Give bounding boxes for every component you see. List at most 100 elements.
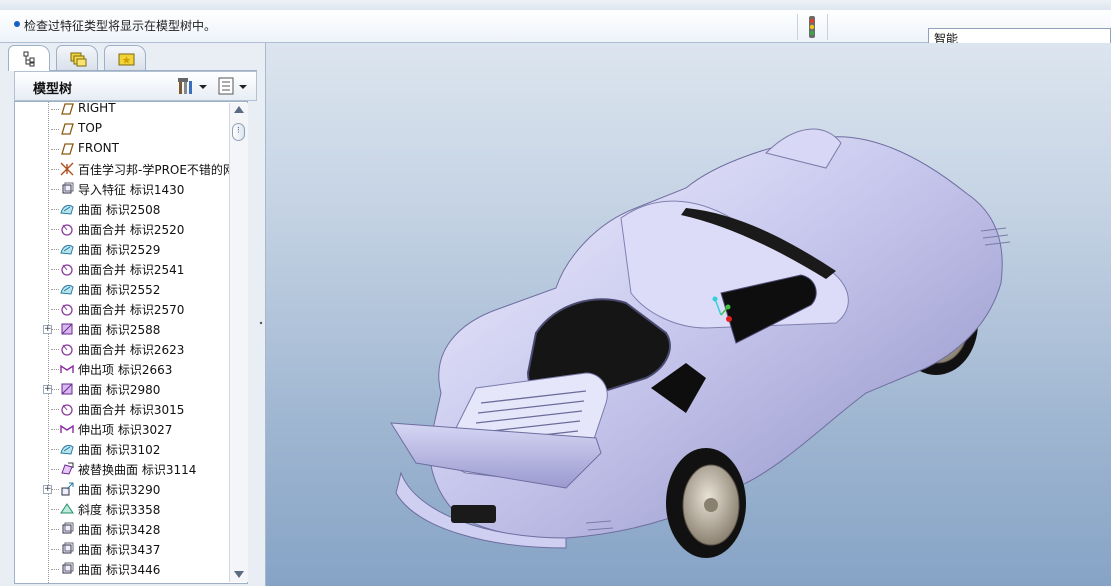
- tree-connector: [51, 409, 59, 411]
- tree-item[interactable]: 伸出项 标识2663: [15, 359, 247, 379]
- tree-item[interactable]: TOP: [15, 119, 247, 139]
- fill-surface-icon: [61, 383, 73, 395]
- tree-item-label: 导入特征 标识1430: [78, 183, 185, 197]
- extrude-icon: [60, 424, 74, 433]
- tree-item-label: 曲面 标识3437: [78, 543, 161, 557]
- tree-connector: [51, 469, 59, 471]
- tree-connector: [51, 529, 59, 531]
- tree-item-label: FRONT: [78, 141, 119, 155]
- tree-item-label: 百佳学习邦-学PROE不错的网: [78, 163, 235, 177]
- panel-splitter-handle[interactable]: [257, 313, 265, 333]
- tab-model-tree[interactable]: [8, 45, 50, 71]
- tree-item[interactable]: + 曲面 标识3290: [15, 479, 247, 499]
- tree-item[interactable]: 百佳学习邦-学PROE不错的网: [15, 159, 247, 179]
- tree-connector: [51, 349, 59, 351]
- tree-connector: [51, 149, 59, 151]
- tree-item[interactable]: FRONT: [15, 139, 247, 159]
- tree-item-label: 曲面合并 标识2520: [78, 223, 185, 237]
- scroll-thumb[interactable]: ⁝: [232, 123, 245, 141]
- tree-item[interactable]: 曲面合并 标识2570: [15, 299, 247, 319]
- tree-item[interactable]: 斜度 标识3358: [15, 499, 247, 519]
- tree-item[interactable]: 曲面合并 标识3015: [15, 399, 247, 419]
- show-options-icon[interactable]: [218, 77, 247, 95]
- tree-item-label: 曲面合并 标识3015: [78, 403, 185, 417]
- tree-item[interactable]: 曲面合并 标识2623: [15, 339, 247, 359]
- tree-item-label: 伸出项 标识3027: [78, 423, 173, 437]
- tree-item[interactable]: 伸出项 标识3027: [15, 419, 247, 439]
- tree-item-label: TOP: [78, 121, 103, 135]
- scroll-up-arrow-icon[interactable]: [234, 106, 244, 113]
- traffic-light-icon[interactable]: [806, 16, 818, 38]
- tree-item[interactable]: 曲面 标识3446: [15, 559, 247, 579]
- info-bullet-icon: [14, 21, 20, 27]
- tree-scrollbar[interactable]: ⁝: [229, 103, 248, 582]
- tree-item-label: 曲面 标识3446: [78, 563, 161, 577]
- exhaust-pipe: [451, 505, 496, 523]
- tree-connector: [51, 509, 59, 511]
- tree-item-label: 曲面 标识2980: [78, 383, 161, 397]
- tree-connector: [51, 269, 59, 271]
- divider: [827, 14, 828, 40]
- tree-item[interactable]: 被替换曲面 标识3114: [15, 459, 247, 479]
- tree-item[interactable]: 曲面合并 标识2541: [15, 259, 247, 279]
- tab-favorites[interactable]: [104, 45, 146, 70]
- import-feature-icon: [62, 562, 74, 574]
- tree-connector: [51, 369, 59, 371]
- model-tree-title: 模型树: [33, 82, 73, 97]
- car-model-render[interactable]: [266, 43, 1111, 586]
- tree-item-label: 曲面合并 标识2623: [78, 343, 185, 357]
- tree-connector: [51, 429, 59, 431]
- coordinate-system-icon: [60, 162, 74, 176]
- import-feature-icon: [62, 182, 74, 194]
- tree-connector: [51, 489, 59, 491]
- tree-item[interactable]: 曲面 标识2508: [15, 199, 247, 219]
- datum-plane-icon: [61, 143, 74, 155]
- tree-item[interactable]: RIGHT: [15, 102, 247, 119]
- offset-surface-icon: [61, 482, 74, 496]
- tree-item-label: 伸出项 标识2663: [78, 363, 173, 377]
- tree-item[interactable]: 曲面 标识2552: [15, 279, 247, 299]
- tree-connector: [51, 449, 59, 451]
- settings-tools-icon[interactable]: [178, 78, 207, 94]
- tree-item[interactable]: + 曲面 标识2588: [15, 319, 247, 339]
- import-feature-icon: [62, 522, 74, 534]
- tree-connector: [51, 189, 59, 191]
- tree-connector: [51, 129, 59, 131]
- scroll-down-arrow-icon[interactable]: [234, 571, 244, 578]
- tree-connector: [51, 169, 59, 171]
- tree-item[interactable]: + 曲面 标识2980: [15, 379, 247, 399]
- datum-plane-icon: [61, 123, 74, 135]
- surface-merge-icon: [61, 404, 73, 416]
- graphics-viewport[interactable]: [266, 43, 1111, 586]
- tree-item[interactable]: 曲面合并 标识2520: [15, 219, 247, 239]
- replace-surface-icon: [61, 462, 74, 475]
- tree-item[interactable]: 曲面 标识2529: [15, 239, 247, 259]
- tree-connector: [51, 289, 59, 291]
- datum-plane-icon: [61, 103, 74, 115]
- tree-item-label: 斜度 标识3358: [78, 503, 161, 517]
- tree-item-label: 曲面合并 标识2541: [78, 263, 185, 277]
- tree-item[interactable]: 曲面 标识3437: [15, 539, 247, 559]
- import-feature-icon: [62, 542, 74, 554]
- tree-connector: [51, 549, 59, 551]
- divider: [797, 14, 798, 40]
- navigator-tabs: [8, 45, 258, 71]
- tree-item-label: 曲面 标识2588: [78, 323, 161, 337]
- surface-merge-icon: [61, 304, 73, 316]
- tree-item-label: 被替换曲面 标识3114: [78, 463, 197, 477]
- fill-surface-icon: [61, 323, 73, 335]
- surface-icon: [60, 444, 74, 455]
- navigator-panel: 模型树 RIGHT TOP FRONT 百佳学习邦-学PROE不错的网 导入特征 标识1…: [0, 43, 266, 586]
- model-tree-header: 模型树: [14, 71, 257, 101]
- tree-connector: [51, 109, 59, 111]
- tab-folder-browser[interactable]: [56, 45, 98, 70]
- extrude-icon: [60, 364, 74, 373]
- tree-item-label: 曲面 标识2529: [78, 243, 161, 257]
- status-message: 检查过特征类型将显示在模型树中。: [24, 19, 217, 33]
- tree-toolbar: [178, 77, 247, 95]
- surface-merge-icon: [61, 344, 73, 356]
- tree-item[interactable]: 曲面 标识3102: [15, 439, 247, 459]
- tree-item[interactable]: 导入特征 标识1430: [15, 179, 247, 199]
- tree-connector: [51, 249, 59, 251]
- tree-item[interactable]: 曲面 标识3428: [15, 519, 247, 539]
